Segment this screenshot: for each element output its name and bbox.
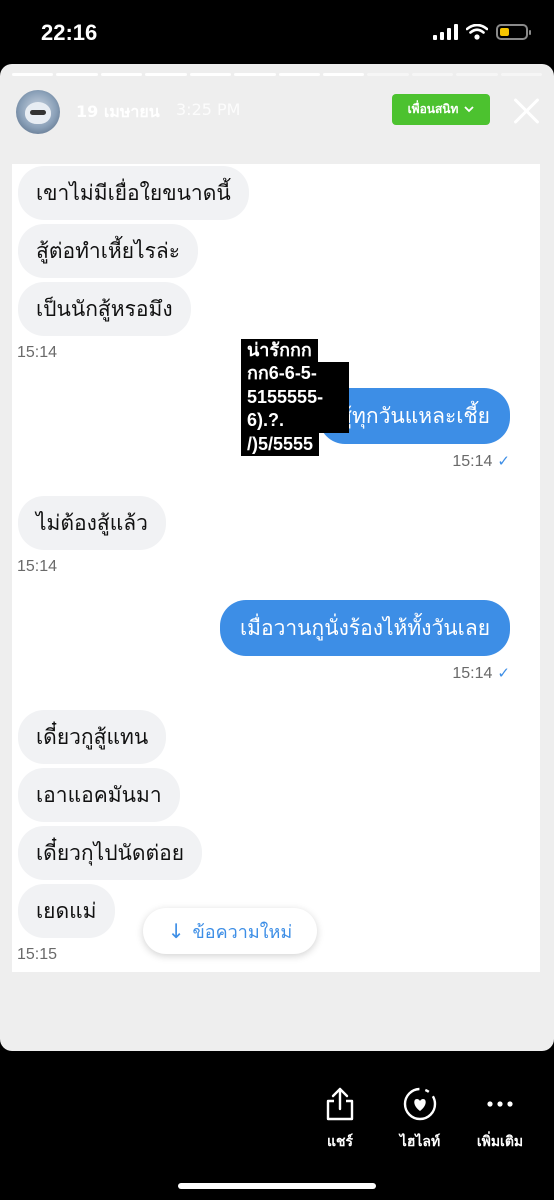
message-outgoing: เมื่อวานกูนั่งร้องไห้ทั้งวันเลย bbox=[219, 600, 510, 656]
sticker-line: กก6-6-5-5155555-6).?. bbox=[241, 362, 349, 433]
story-date: 19 เมษายน bbox=[76, 102, 160, 121]
home-indicator[interactable] bbox=[178, 1183, 376, 1189]
message-timestamp: 15:14 bbox=[17, 558, 58, 575]
message-incoming: เป็นนักสู้หรอมึง bbox=[18, 282, 191, 336]
text-sticker[interactable]: น่ารักกก กก6-6-5-5155555-6).?. /)5/5555 bbox=[241, 339, 349, 456]
highlight-heart-icon bbox=[403, 1087, 437, 1121]
message-timestamp: 15:15 bbox=[17, 946, 58, 963]
cellular-signal-icon bbox=[433, 24, 458, 40]
status-time: 22:16 bbox=[41, 20, 98, 45]
story-progress bbox=[12, 73, 543, 76]
chevron-down-icon bbox=[464, 106, 475, 113]
battery-icon bbox=[496, 24, 531, 40]
status-icons bbox=[433, 24, 531, 40]
message-incoming: สู้ต่อทำเหี้ยไรล่ะ bbox=[18, 224, 199, 278]
message-incoming: เขาไม่มีเยื่อใยขนาดนี้ bbox=[18, 166, 249, 220]
share-button[interactable]: แชร์ bbox=[300, 1085, 380, 1153]
close-friends-label: เพื่อนสนิท bbox=[407, 102, 459, 116]
sticker-line: น่ารักกก bbox=[241, 339, 318, 363]
read-check-icon: ✓ bbox=[497, 665, 510, 682]
share-label: แชร์ bbox=[326, 1134, 354, 1150]
read-check-icon: ✓ bbox=[497, 453, 510, 470]
close-friends-badge[interactable]: เพื่อนสนิท bbox=[392, 94, 490, 125]
story-time: 3:25 PM bbox=[176, 100, 241, 119]
message-timestamp: 15:14 bbox=[17, 344, 58, 361]
message-incoming: เยดแม่ bbox=[18, 884, 115, 938]
message-incoming: เอาแอคมันมา bbox=[18, 768, 180, 822]
sticker-line: /)5/5555 bbox=[241, 432, 320, 456]
message-incoming: เดี๋ยวกูสู้แทน bbox=[18, 710, 167, 764]
more-label: เพิ่มเติม bbox=[476, 1134, 524, 1150]
message-incoming: ไม่ต้องสู้แล้ว bbox=[18, 496, 166, 550]
new-messages-button: ↓ ข้อความใหม่ bbox=[143, 908, 317, 954]
new-messages-label: ข้อความใหม่ bbox=[192, 921, 293, 943]
close-icon[interactable] bbox=[510, 94, 544, 128]
story-header: 19 เมษายน 3:25 PM เพื่อนสนิท bbox=[0, 86, 554, 136]
arrow-down-icon: ↓ bbox=[167, 919, 185, 943]
message-timestamp-read: 15:14 ✓ bbox=[452, 453, 510, 470]
wifi-icon bbox=[466, 24, 488, 40]
chat-screenshot: เขาไม่มีเยื่อใยขนาดนี้ สู้ต่อทำเหี้ยไรล่… bbox=[12, 164, 540, 972]
status-bar: 22:16 bbox=[0, 0, 554, 66]
message-incoming: เดี๋ยวกุไปนัดต่อย bbox=[18, 826, 203, 880]
share-icon bbox=[326, 1087, 354, 1121]
highlight-label: ไฮไลท์ bbox=[399, 1134, 441, 1150]
more-icon bbox=[487, 1101, 513, 1107]
message-timestamp-read: 15:14 ✓ bbox=[452, 665, 510, 682]
avatar[interactable] bbox=[16, 90, 60, 134]
story-card[interactable]: 19 เมษายน 3:25 PM เพื่อนสนิท เขาไม่มีเยื… bbox=[0, 64, 554, 1051]
more-button[interactable]: เพิ่มเติม bbox=[460, 1085, 540, 1153]
highlight-button[interactable]: ไฮไลท์ bbox=[380, 1085, 460, 1153]
story-action-bar: แชร์ ไฮไลท์ เพิ่มเติม bbox=[0, 1051, 554, 1200]
